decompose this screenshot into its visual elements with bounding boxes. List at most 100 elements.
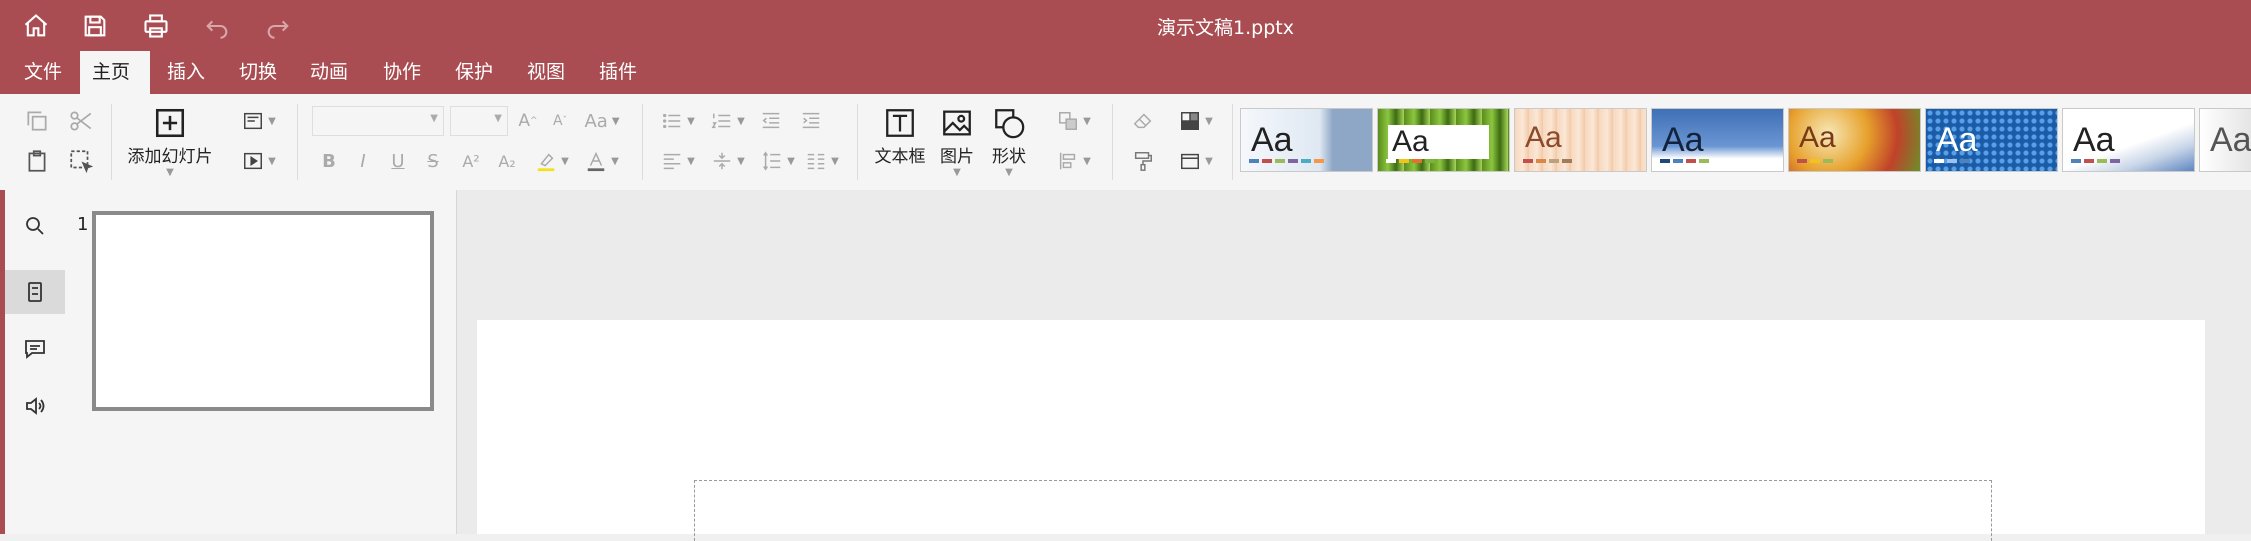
menu-insert[interactable]: 插入 xyxy=(155,51,217,94)
paste-button[interactable] xyxy=(22,146,52,176)
indent-icon xyxy=(802,112,820,129)
textbox-icon xyxy=(886,109,914,137)
slideshow-button[interactable]: ▼ xyxy=(236,146,282,176)
increase-font-button[interactable]: A ^ xyxy=(516,106,540,136)
underline-button[interactable]: U xyxy=(385,146,411,176)
menu-view[interactable]: 视图 xyxy=(515,51,577,94)
layout-button[interactable]: ▼ xyxy=(236,106,282,136)
outdent-icon xyxy=(762,112,780,129)
font-family-select[interactable]: ▼ xyxy=(312,106,444,136)
font-color-button[interactable]: ▼ xyxy=(580,146,624,176)
fill-button[interactable]: ▼ xyxy=(1174,106,1218,136)
menu-home[interactable]: 主页 xyxy=(80,51,150,94)
eraser-icon xyxy=(1133,113,1152,129)
slide-thumbnail[interactable] xyxy=(92,211,434,411)
select-icon xyxy=(70,150,94,174)
font-size-select[interactable]: ▼ xyxy=(450,106,508,136)
line-spacing-icon xyxy=(763,151,781,171)
select-all-button[interactable] xyxy=(66,146,96,176)
decrease-indent-button[interactable] xyxy=(756,106,786,136)
bullet-list-icon xyxy=(663,113,681,129)
theme-thumbnail[interactable]: Aa xyxy=(1514,108,1647,172)
numbered-list-button[interactable]: ▼ xyxy=(706,106,750,136)
bullet-list-button[interactable]: ▼ xyxy=(656,106,700,136)
slide-canvas-area xyxy=(457,190,2251,541)
speaker-icon xyxy=(26,397,45,415)
slides-panel: 1 xyxy=(66,190,457,534)
cut-button[interactable] xyxy=(66,106,96,136)
paste-icon xyxy=(28,150,46,172)
superscript-button[interactable]: A² xyxy=(456,146,486,176)
comments-button[interactable] xyxy=(5,327,65,371)
slides-button[interactable] xyxy=(5,270,65,314)
add-slide-icon xyxy=(155,108,185,138)
menu-animation[interactable]: 动画 xyxy=(298,51,360,94)
chevron-down-icon: ▼ xyxy=(494,113,502,124)
ribbon-separator xyxy=(642,104,643,180)
fill-icon xyxy=(1181,112,1200,130)
align-left-icon xyxy=(663,153,681,170)
menu-transition[interactable]: 切换 xyxy=(227,51,289,94)
chevron-down-icon: ▼ xyxy=(430,113,438,124)
chevron-down-icon: ▼ xyxy=(737,155,745,167)
search-button[interactable] xyxy=(5,204,65,248)
comment-icon xyxy=(25,340,45,359)
shape-icon xyxy=(995,109,1025,139)
theme-thumbnail[interactable]: Aa xyxy=(2062,108,2195,172)
menu-plugins[interactable]: 插件 xyxy=(587,51,649,94)
strikethrough-button[interactable]: S xyxy=(420,146,446,176)
theme-thumbnail[interactable]: Aa xyxy=(2199,108,2251,172)
ribbon-separator xyxy=(857,104,858,180)
vertical-align-icon xyxy=(713,152,731,170)
picture-icon xyxy=(943,110,971,136)
textbox-label: 文本框 xyxy=(874,147,926,167)
format-painter-button[interactable] xyxy=(1128,146,1158,176)
bold-button[interactable]: B xyxy=(316,146,342,176)
menu-protect[interactable]: 保护 xyxy=(443,51,505,94)
columns-button[interactable]: ▼ xyxy=(800,146,844,176)
title-placeholder[interactable] xyxy=(694,480,1992,541)
highlight-button[interactable]: ▼ xyxy=(530,146,574,176)
textbox-button[interactable]: 文本框 xyxy=(872,106,928,167)
change-case-button[interactable]: Aa ▼ xyxy=(580,106,624,136)
slide-size-button[interactable]: ▼ xyxy=(1174,146,1218,176)
theme-thumbnail[interactable]: Aa xyxy=(1240,108,1373,172)
menu-bar: 文件 主页 插入 切换 动画 协作 保护 视图 插件 xyxy=(0,51,2251,94)
copy-button[interactable] xyxy=(22,106,52,136)
arrange-button[interactable]: ▼ xyxy=(1052,106,1096,136)
chevron-down-icon: ▼ xyxy=(166,167,174,178)
italic-button[interactable]: I xyxy=(350,146,376,176)
add-slide-label: 添加幻灯片 xyxy=(127,147,213,167)
shape-label: 形状 xyxy=(992,147,1026,167)
align-button[interactable]: ▼ xyxy=(656,146,700,176)
vertical-align-button[interactable]: ▼ xyxy=(706,146,750,176)
clear-format-button[interactable] xyxy=(1128,106,1158,136)
theme-thumbnail[interactable]: Aa xyxy=(1377,108,1510,172)
decrease-font-button[interactable]: Aˇ xyxy=(548,106,572,136)
picture-button[interactable]: 图片 ▼ xyxy=(936,106,978,178)
add-slide-button[interactable]: 添加幻灯片 ▼ xyxy=(126,106,214,178)
search-icon xyxy=(26,217,44,235)
format-painter-icon xyxy=(1134,152,1152,171)
align-objects-button[interactable]: ▼ xyxy=(1052,146,1096,176)
chevron-down-icon: ▼ xyxy=(1005,167,1013,178)
shape-button[interactable]: 形状 ▼ xyxy=(988,106,1030,178)
theme-thumbnail[interactable]: Aa xyxy=(1925,108,2058,172)
left-navigation xyxy=(0,190,67,534)
increase-indent-button[interactable] xyxy=(796,106,826,136)
ribbon-separator xyxy=(111,104,112,180)
menu-collaborate[interactable]: 协作 xyxy=(371,51,433,94)
chevron-down-icon: ▼ xyxy=(268,155,276,167)
theme-thumbnail[interactable]: Aa xyxy=(1651,108,1784,172)
chevron-down-icon: ▼ xyxy=(268,115,276,127)
subscript-button[interactable]: A₂ xyxy=(492,146,522,176)
play-icon xyxy=(244,152,263,170)
chevron-down-icon: ▼ xyxy=(1083,115,1091,127)
slide-size-icon xyxy=(1181,153,1200,170)
menu-file[interactable]: 文件 xyxy=(12,51,74,94)
speaker-notes-button[interactable] xyxy=(5,384,65,428)
slide-canvas[interactable] xyxy=(477,320,2205,541)
line-spacing-button[interactable]: ▼ xyxy=(756,146,800,176)
chevron-down-icon: ▼ xyxy=(737,115,745,127)
theme-thumbnail[interactable]: Aa xyxy=(1788,108,1921,172)
